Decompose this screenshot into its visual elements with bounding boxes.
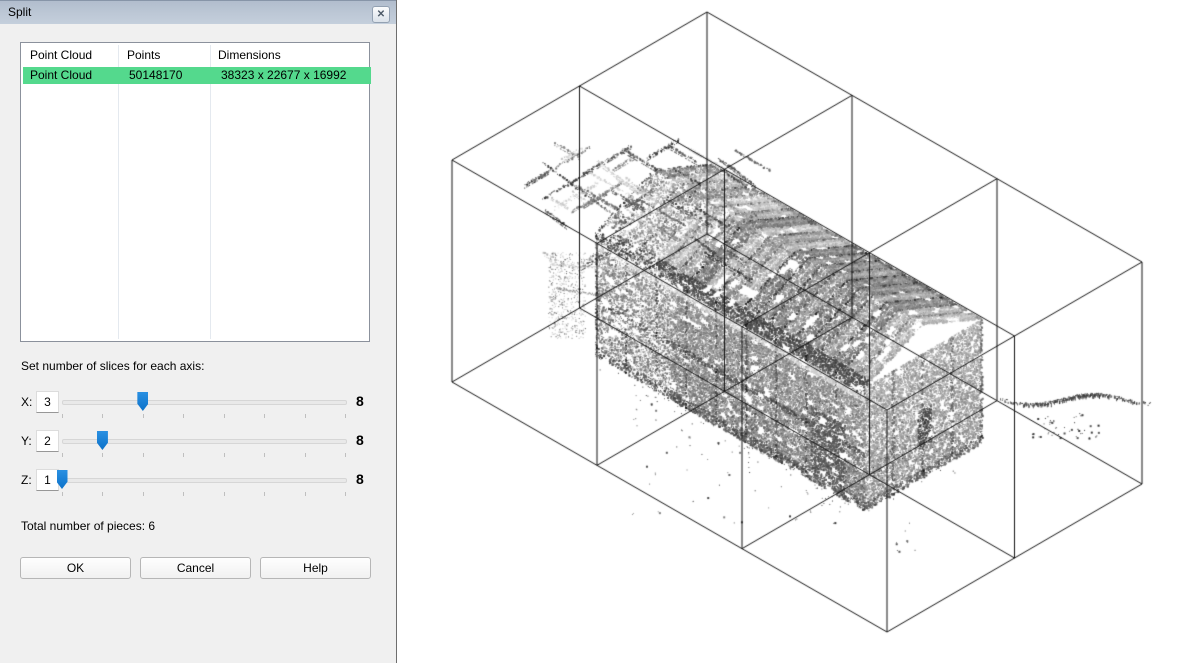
slider-max-x: 8 bbox=[356, 393, 364, 409]
slider-tick bbox=[264, 414, 265, 418]
axis-label-z: Z: bbox=[21, 473, 32, 487]
slider-tick bbox=[102, 453, 103, 457]
slider-row-z: Z: 1 8 bbox=[0, 469, 396, 497]
slider-thumb-x[interactable] bbox=[137, 392, 148, 411]
slider-tick bbox=[264, 453, 265, 457]
slider-max-z: 8 bbox=[356, 471, 364, 487]
column-separator bbox=[118, 45, 119, 339]
slider-tick bbox=[62, 453, 63, 457]
slider-row-y: Y: 2 8 bbox=[0, 430, 396, 458]
split-dialog: Split ✕ Point Cloud Points Dimensions Po… bbox=[0, 0, 396, 663]
axis-value-x[interactable]: 3 bbox=[36, 391, 59, 413]
total-pieces-value: 6 bbox=[148, 519, 155, 533]
slider-tick bbox=[143, 414, 144, 418]
table-row[interactable]: Point Cloud 50148170 38323 x 22677 x 169… bbox=[23, 67, 367, 84]
slider-thumb-y[interactable] bbox=[97, 431, 108, 450]
dialog-title: Split bbox=[8, 5, 31, 19]
header-dimensions[interactable]: Dimensions bbox=[218, 48, 281, 62]
header-points[interactable]: Points bbox=[127, 48, 160, 62]
slider-tick bbox=[102, 414, 103, 418]
slider-row-x: X: 3 8 bbox=[0, 391, 396, 419]
point-cloud-table[interactable]: Point Cloud Points Dimensions Point Clou… bbox=[20, 42, 370, 342]
axis-value-y[interactable]: 2 bbox=[36, 430, 59, 452]
slider-tick bbox=[224, 492, 225, 496]
header-point-cloud[interactable]: Point Cloud bbox=[30, 48, 92, 62]
slider-tick bbox=[62, 492, 63, 496]
close-button[interactable]: ✕ bbox=[372, 6, 390, 23]
slider-tick bbox=[102, 492, 103, 496]
slider-tick bbox=[143, 492, 144, 496]
cancel-button[interactable]: Cancel bbox=[140, 557, 251, 579]
cell-points: 50148170 bbox=[120, 67, 219, 84]
slider-tick bbox=[345, 492, 346, 496]
axis-label-y: Y: bbox=[21, 434, 32, 448]
cell-dimensions: 38323 x 22677 x 16992 bbox=[212, 67, 371, 84]
slider-tick bbox=[183, 492, 184, 496]
dialog-title-bar: Split ✕ bbox=[0, 0, 396, 24]
slider-tick bbox=[305, 492, 306, 496]
slider-track-z[interactable] bbox=[62, 478, 347, 483]
slider-tick bbox=[264, 492, 265, 496]
slider-tick bbox=[183, 414, 184, 418]
slider-tick bbox=[345, 414, 346, 418]
axis-label-x: X: bbox=[21, 395, 32, 409]
column-separator bbox=[210, 45, 211, 339]
slider-tick bbox=[345, 453, 346, 457]
total-pieces-label: Total number of pieces: 6 bbox=[21, 519, 155, 533]
slider-tick bbox=[305, 414, 306, 418]
slider-tick bbox=[224, 453, 225, 457]
slider-tick bbox=[143, 453, 144, 457]
ok-button[interactable]: OK bbox=[20, 557, 131, 579]
slider-track-x[interactable] bbox=[62, 400, 347, 405]
slider-max-y: 8 bbox=[356, 432, 364, 448]
slices-label: Set number of slices for each axis: bbox=[21, 359, 204, 373]
slider-tick bbox=[305, 453, 306, 457]
axis-value-z[interactable]: 1 bbox=[36, 469, 59, 491]
slider-tick bbox=[183, 453, 184, 457]
help-button[interactable]: Help bbox=[260, 557, 371, 579]
close-icon: ✕ bbox=[377, 9, 385, 20]
3d-viewport[interactable] bbox=[397, 0, 1180, 663]
cell-name: Point Cloud bbox=[23, 67, 125, 84]
slider-tick bbox=[224, 414, 225, 418]
slider-tick bbox=[62, 414, 63, 418]
